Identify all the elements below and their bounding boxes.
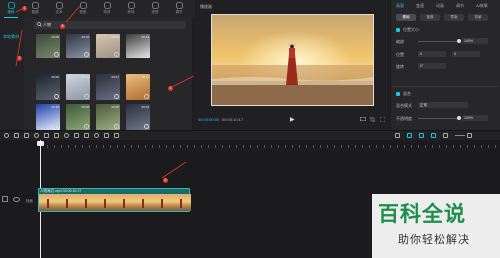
annotation-badge-5: 5 <box>163 178 168 183</box>
watermark-subtitle: 助你轻松解决 <box>398 234 470 246</box>
annotation-badge-3: 3 <box>60 24 65 29</box>
annotation-badge-1: 1 <box>22 6 27 11</box>
annotation-badge-2: 2 <box>17 56 22 61</box>
watermark-title: 百科全说 <box>378 203 466 226</box>
annotation-badge-4: 4 <box>168 86 173 91</box>
